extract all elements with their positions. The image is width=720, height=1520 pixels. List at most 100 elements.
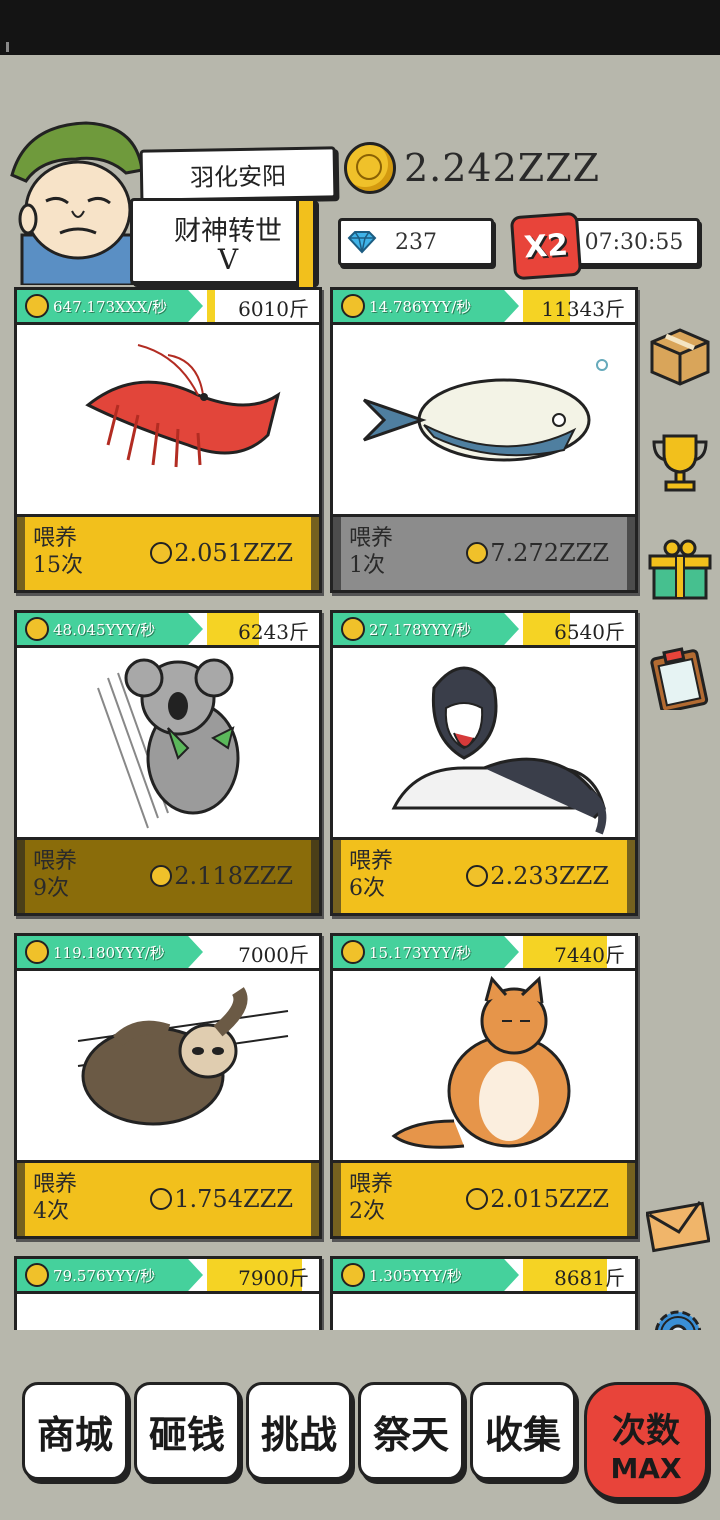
coin-icon <box>25 294 49 318</box>
feed-cost: 2.233ZZZ <box>466 862 609 890</box>
income-rate: 15.173YYY/秒 <box>369 943 472 962</box>
card-header: 647.173XXX/秒 6010斤 <box>17 290 319 325</box>
player-rank: V <box>217 243 239 276</box>
feed-label: 喂养 2次 <box>349 1171 393 1225</box>
feed-button[interactable]: 喂养 6次 2.233ZZZ <box>333 837 635 913</box>
feed-count: 15次 <box>33 553 83 578</box>
income-rate-tag: 15.173YYY/秒 <box>333 936 519 968</box>
feed-button[interactable]: 喂养 4次 1.754ZZZ <box>17 1160 319 1236</box>
income-rate: 14.786YYY/秒 <box>369 297 472 316</box>
feed-count: 6次 <box>349 876 385 901</box>
animal-weight: 6243斤 <box>238 619 309 644</box>
gift-icon[interactable] <box>648 538 712 602</box>
income-rate: 48.045YYY/秒 <box>53 620 156 639</box>
x2-multiplier-badge[interactable]: X2 <box>509 211 583 281</box>
fish-icon <box>333 325 635 515</box>
animal-weight: 7000斤 <box>238 942 309 967</box>
feed-button[interactable]: 喂养 1次 7.272ZZZ <box>333 514 635 590</box>
player-avatar[interactable] <box>6 115 146 285</box>
times-max-button[interactable]: 次数 MAX <box>584 1382 708 1500</box>
card-header: 1.305YYY/秒 8681斤 <box>333 1259 635 1294</box>
feed-button[interactable]: 喂养 2次 2.015ZZZ <box>333 1160 635 1236</box>
feed-cost-value: 2.051ZZZ <box>174 539 293 567</box>
feed-label: 喂养 6次 <box>349 848 393 902</box>
income-rate-tag: 48.045YYY/秒 <box>17 613 203 645</box>
income-rate: 119.180YYY/秒 <box>53 943 165 962</box>
feed-cost: 2.015ZZZ <box>466 1185 609 1213</box>
worship-button[interactable]: 祭天 <box>358 1382 464 1480</box>
feed-cost-value: 1.754ZZZ <box>174 1185 293 1213</box>
boost-timer: 07:30:55 <box>568 218 700 266</box>
clipboard-icon[interactable] <box>648 646 712 710</box>
coin-icon <box>150 865 173 887</box>
feed-label-text: 喂养 <box>33 849 78 874</box>
income-rate-tag: 79.576YYY/秒 <box>17 1259 203 1291</box>
income-rate: 79.576YYY/秒 <box>53 1266 156 1285</box>
feed-cost: 7.272ZZZ <box>466 539 609 567</box>
koala-icon <box>17 648 319 838</box>
feed-cost: 2.051ZZZ <box>150 539 293 567</box>
husky-icon <box>333 648 635 838</box>
card-header: 15.173YYY/秒 7440斤 <box>333 936 635 971</box>
coin-icon <box>25 940 49 964</box>
coin-balance: 2.242ZZZ <box>344 142 600 194</box>
feed-label-text: 喂养 <box>349 849 394 874</box>
collect-button[interactable]: 收集 <box>470 1382 576 1480</box>
income-rate: 1.305YYY/秒 <box>369 1266 462 1285</box>
challenge-button[interactable]: 挑战 <box>246 1382 352 1480</box>
feed-label: 喂养 1次 <box>349 525 393 579</box>
gem-balance[interactable]: 237 <box>338 218 494 266</box>
animal-weight: 8681斤 <box>554 1265 625 1290</box>
coin-icon <box>150 1188 173 1210</box>
diamond-icon <box>347 231 377 254</box>
animal-weight: 6010斤 <box>238 296 309 321</box>
animal-weight: 7440斤 <box>554 942 625 967</box>
mail-icon[interactable] <box>646 1194 710 1258</box>
cat-icon <box>333 971 635 1161</box>
shop-button[interactable]: 商城 <box>22 1382 128 1480</box>
animal-card[interactable]: 27.178YYY/秒 6540斤喂养 6次 2.233ZZZ <box>330 610 638 916</box>
coin-icon <box>341 617 365 641</box>
feed-count: 4次 <box>33 1199 69 1224</box>
box-icon[interactable] <box>648 322 712 386</box>
feed-button[interactable]: 喂养 9次 2.118ZZZ <box>17 837 319 913</box>
card-header: 27.178YYY/秒 6540斤 <box>333 613 635 648</box>
animal-card[interactable]: 119.180YYY/秒 7000斤喂养 4次 1.754ZZZ <box>14 933 322 1239</box>
animal-card[interactable]: 15.173YYY/秒 7440斤喂养 2次 2.015ZZZ <box>330 933 638 1239</box>
feed-cost-value: 2.118ZZZ <box>174 862 293 890</box>
sloth-icon <box>17 971 319 1161</box>
animal-weight: 7900斤 <box>238 1265 309 1290</box>
animal-card[interactable]: 14.786YYY/秒 11343斤喂养 1次 7.272ZZZ <box>330 287 638 593</box>
feed-cost: 1.754ZZZ <box>150 1185 293 1213</box>
feed-cost: 2.118ZZZ <box>150 862 293 890</box>
feed-label-text: 喂养 <box>349 526 394 551</box>
feed-label: 喂养 4次 <box>33 1171 77 1225</box>
animal-weight: 11343斤 <box>541 296 625 321</box>
income-rate-tag: 119.180YYY/秒 <box>17 936 203 968</box>
feed-label: 喂养 15次 <box>33 525 83 579</box>
feed-label-text: 喂养 <box>33 1172 78 1197</box>
feed-count: 2次 <box>349 1199 385 1224</box>
coin-icon <box>466 542 489 564</box>
feed-count: 9次 <box>33 876 69 901</box>
card-header: 119.180YYY/秒 7000斤 <box>17 936 319 971</box>
smash-money-button[interactable]: 砸钱 <box>134 1382 240 1480</box>
feed-label: 喂养 9次 <box>33 848 77 902</box>
feed-cost-value: 2.015ZZZ <box>490 1185 609 1213</box>
feed-label-text: 喂养 <box>33 526 78 551</box>
animal-card[interactable]: 48.045YYY/秒 6243斤喂养 9次 2.118ZZZ <box>14 610 322 916</box>
coin-icon <box>150 542 173 564</box>
card-header: 79.576YYY/秒 7900斤 <box>17 1259 319 1294</box>
animal-card[interactable]: 647.173XXX/秒 6010斤喂养 15次 2.051ZZZ <box>14 287 322 593</box>
income-rate: 27.178YYY/秒 <box>369 620 472 639</box>
trophy-icon[interactable] <box>648 430 712 494</box>
status-bar <box>0 0 720 55</box>
shrimp-icon <box>17 325 319 515</box>
income-rate-tag: 27.178YYY/秒 <box>333 613 519 645</box>
feed-button[interactable]: 喂养 15次 2.051ZZZ <box>17 514 319 590</box>
times-label: 次数 <box>612 1411 680 1451</box>
coin-icon <box>341 1263 365 1287</box>
card-header: 14.786YYY/秒 11343斤 <box>333 290 635 325</box>
gem-count: 237 <box>395 229 437 255</box>
max-label: MAX <box>610 1452 682 1485</box>
